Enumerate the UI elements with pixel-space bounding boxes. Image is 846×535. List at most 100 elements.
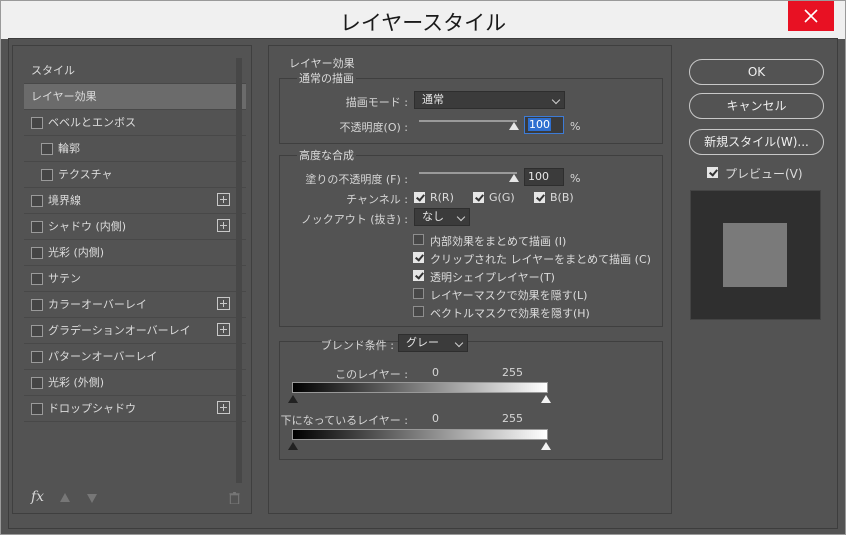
close-icon [804, 9, 818, 23]
option-checkbox[interactable] [413, 306, 424, 317]
add-icon[interactable] [217, 219, 230, 232]
style-item-checkbox[interactable] [31, 247, 43, 259]
blend-if-label: ブレンド条件 : [320, 339, 394, 352]
move-up-icon[interactable] [60, 493, 70, 502]
ok-button[interactable]: OK [689, 59, 824, 85]
option-label: ベクトルマスクで効果を隠す(H) [430, 307, 590, 320]
fill-opacity-slider[interactable] [419, 172, 517, 174]
channel-label: R(R) [430, 191, 454, 204]
window-title: レイヤースタイル [339, 11, 507, 35]
layer-effects-title: レイヤー効果 [287, 55, 357, 71]
underlying-white-slider[interactable] [541, 442, 551, 450]
styles-scrollbar[interactable] [236, 58, 242, 483]
option-checkbox[interactable] [413, 288, 424, 299]
style-item[interactable]: ベベルとエンボス [24, 110, 246, 136]
style-item-checkbox[interactable] [41, 169, 53, 181]
add-icon[interactable] [217, 401, 230, 414]
style-item-label: シャドウ (内側) [48, 220, 127, 233]
add-icon[interactable] [217, 323, 230, 336]
fill-opacity-label: 塗りの不透明度 (F) : [305, 173, 408, 186]
style-item-label: テクスチャ [58, 168, 113, 181]
advanced-blending-title: 高度な合成 [297, 147, 356, 163]
option-checkbox[interactable] [413, 252, 424, 263]
opacity-input[interactable]: 100 [524, 116, 564, 134]
style-item[interactable]: カラーオーバーレイ [24, 292, 246, 318]
underlying-layer-gradient[interactable] [292, 429, 548, 440]
style-item-checkbox[interactable] [41, 143, 53, 155]
channel-checkbox[interactable] [414, 192, 425, 203]
style-item[interactable]: 境界線 [24, 188, 246, 214]
style-item[interactable]: レイヤー効果 [24, 84, 246, 110]
blend-mode-select[interactable]: 通常 [414, 91, 565, 109]
style-item[interactable]: スタイル [24, 58, 246, 84]
fill-opacity-input[interactable]: 100 [524, 168, 564, 186]
style-item[interactable]: 光彩 (内側) [24, 240, 246, 266]
style-item[interactable]: シャドウ (内側) [24, 214, 246, 240]
style-item-label: ベベルとエンボス [48, 116, 136, 129]
style-item-label: 輪郭 [58, 142, 80, 155]
style-item[interactable]: ドロップシャドウ [24, 396, 246, 422]
title-bar: レイヤースタイル [1, 1, 845, 39]
this-layer-white-slider[interactable] [541, 395, 551, 403]
fx-button[interactable]: fx [31, 489, 44, 505]
underlying-layer-max: 255 [502, 412, 523, 425]
style-item-checkbox[interactable] [31, 403, 43, 415]
style-item-checkbox[interactable] [31, 351, 43, 363]
style-item-label: レイヤー効果 [31, 90, 97, 103]
add-icon[interactable] [217, 297, 230, 310]
blend-if-select[interactable]: グレー [398, 334, 468, 352]
channel-label: G(G) [489, 191, 515, 204]
opacity-value: 100 [528, 118, 551, 131]
style-item-label: 光彩 (外側) [48, 376, 105, 389]
style-item[interactable]: サテン [24, 266, 246, 292]
opacity-slider[interactable] [419, 120, 517, 122]
move-down-icon[interactable] [87, 494, 97, 503]
option-checkbox[interactable] [413, 234, 424, 245]
opacity-slider-thumb[interactable] [509, 122, 519, 130]
opacity-label: 不透明度(O) : [339, 121, 408, 134]
style-item-checkbox[interactable] [31, 377, 43, 389]
this-layer-max: 255 [502, 366, 523, 379]
channel-label: B(B) [550, 191, 574, 204]
blend-if-value: グレー [406, 336, 439, 349]
style-item-checkbox[interactable] [31, 273, 43, 285]
style-item[interactable]: 光彩 (外側) [24, 370, 246, 396]
new-style-button[interactable]: 新規スタイル(W)... [689, 129, 824, 155]
preview-label: プレビュー(V) [725, 167, 803, 181]
this-layer-gradient[interactable] [292, 382, 548, 393]
option-label: 透明シェイプレイヤー(T) [430, 271, 555, 284]
preview-checkbox[interactable] [707, 167, 718, 178]
blend-if-group [279, 341, 663, 460]
chevron-down-icon [454, 338, 464, 348]
option-checkbox[interactable] [413, 270, 424, 281]
fill-opacity-slider-thumb[interactable] [509, 174, 519, 182]
style-item-checkbox[interactable] [31, 117, 43, 129]
style-item-label: カラーオーバーレイ [48, 298, 147, 311]
style-item-checkbox[interactable] [31, 299, 43, 311]
underlying-layer-min: 0 [432, 412, 439, 425]
style-item[interactable]: 輪郭 [24, 136, 246, 162]
style-item-checkbox[interactable] [31, 195, 43, 207]
channel-checkbox[interactable] [473, 192, 484, 203]
channel-checkbox[interactable] [534, 192, 545, 203]
underlying-black-slider[interactable] [288, 442, 298, 450]
this-layer-black-slider[interactable] [288, 395, 298, 403]
style-item[interactable]: グラデーションオーバーレイ [24, 318, 246, 344]
add-icon[interactable] [217, 193, 230, 206]
this-layer-label: このレイヤー : [335, 368, 408, 381]
trash-icon[interactable] [229, 492, 240, 504]
option-label: 内部効果をまとめて描画 (I) [430, 235, 567, 248]
style-item-checkbox[interactable] [31, 221, 43, 233]
close-button[interactable] [788, 1, 834, 31]
style-item-checkbox[interactable] [31, 325, 43, 337]
preview-swatch [723, 223, 787, 287]
style-item[interactable]: テクスチャ [24, 162, 246, 188]
opacity-unit: % [570, 120, 581, 133]
cancel-button[interactable]: キャンセル [689, 93, 824, 119]
channels-label: チャンネル : [346, 193, 408, 206]
style-item[interactable]: パターンオーバーレイ [24, 344, 246, 370]
blend-mode-value: 通常 [422, 93, 444, 106]
option-label: レイヤーマスクで効果を隠す(L) [430, 289, 588, 302]
style-item-label: スタイル [31, 64, 75, 77]
knockout-select[interactable]: なし [414, 208, 470, 226]
